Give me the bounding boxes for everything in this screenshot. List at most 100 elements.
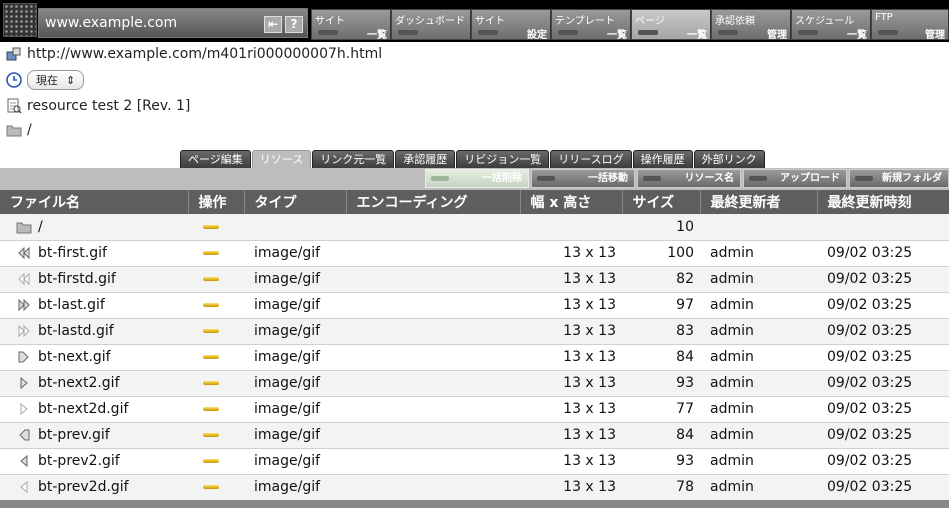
- cell-operation[interactable]: [188, 448, 244, 475]
- file-name[interactable]: bt-next2.gif: [38, 375, 120, 391]
- cell-name[interactable]: bt-next.gif: [0, 344, 188, 371]
- action-button-0[interactable]: 一括削除: [425, 169, 529, 188]
- table-row[interactable]: bt-prev.gif image/gif 13 x 13 84 admin 09/02 …: [0, 422, 949, 449]
- page-url[interactable]: http://www.example.com/m401ri000000007h.…: [27, 46, 382, 62]
- cell-name[interactable]: bt-next2.gif: [0, 370, 188, 397]
- operation-menu-icon[interactable]: [203, 355, 219, 359]
- cell-operation[interactable]: [188, 214, 244, 241]
- cell-name[interactable]: bt-lastd.gif: [0, 318, 188, 345]
- column-header-4[interactable]: 幅 x 高さ: [520, 190, 623, 214]
- tab-5[interactable]: リリースログ: [550, 150, 632, 168]
- column-header-2[interactable]: タイプ: [244, 190, 347, 214]
- nav-button-4[interactable]: ページ 一覧: [631, 9, 711, 41]
- column-header-3[interactable]: エンコーディング: [346, 190, 521, 214]
- operation-menu-icon[interactable]: [203, 381, 219, 385]
- prev-arrow-icon: [19, 429, 30, 441]
- cell-user: admin: [700, 318, 817, 345]
- file-name[interactable]: bt-prev2.gif: [38, 453, 120, 469]
- nav-button-3[interactable]: テンプレート 一覧: [551, 9, 631, 41]
- action-button-2[interactable]: リソース名: [637, 169, 741, 188]
- cell-time: 09/02 03:25: [817, 474, 949, 501]
- cell-name[interactable]: bt-prev2d.gif: [0, 474, 188, 501]
- folder-table-row[interactable]: / 10: [0, 214, 949, 241]
- tab-0[interactable]: ページ編集: [180, 150, 251, 168]
- table-row[interactable]: bt-next2.gif image/gif 13 x 13 93 admin 09/02…: [0, 370, 949, 397]
- table-row[interactable]: bt-last.gif image/gif 13 x 13 97 admin 09/02 …: [0, 292, 949, 319]
- file-name[interactable]: bt-next.gif: [38, 349, 111, 365]
- operation-menu-icon[interactable]: [203, 407, 219, 411]
- cell-operation[interactable]: [188, 266, 244, 293]
- operation-menu-icon[interactable]: [203, 224, 219, 229]
- operation-menu-icon[interactable]: [203, 433, 219, 437]
- operation-menu-icon[interactable]: [203, 485, 219, 489]
- column-header-1[interactable]: 操作: [188, 190, 245, 214]
- resource-table: ファイル名 操作 タイプ エンコーディング幅 x 高さ サイズ 最終更新者 最終更新時刻 /…: [0, 190, 949, 501]
- column-header-7[interactable]: 最終更新時刻: [817, 190, 949, 214]
- folder-path[interactable]: /: [27, 122, 32, 138]
- help-icon[interactable]: ?: [285, 16, 303, 33]
- back-icon[interactable]: ⇤: [264, 16, 282, 33]
- nav-button-label: ダッシュボード: [395, 16, 465, 27]
- nav-button-1[interactable]: ダッシュボード: [391, 9, 471, 40]
- column-header-5[interactable]: サイズ: [622, 190, 701, 214]
- cell-type: image/gif: [244, 474, 346, 501]
- cell-encoding: [346, 344, 520, 371]
- cell-operation[interactable]: [188, 318, 244, 345]
- file-name[interactable]: bt-first.gif: [38, 245, 107, 261]
- operation-menu-icon[interactable]: [203, 303, 219, 307]
- operation-menu-icon[interactable]: [203, 277, 219, 281]
- nav-button-2[interactable]: サイト 設定: [471, 9, 551, 41]
- nav-button-5[interactable]: 承認依頼 管理: [711, 9, 791, 41]
- tab-2[interactable]: リンク元一覧: [312, 150, 395, 168]
- table-row[interactable]: bt-lastd.gif image/gif 13 x 13 83 admin 09/02…: [0, 318, 949, 345]
- folder-name: /: [38, 218, 43, 235]
- column-header-0[interactable]: ファイル名: [0, 190, 189, 214]
- cell-operation[interactable]: [188, 422, 244, 449]
- file-name[interactable]: bt-prev2d.gif: [38, 479, 129, 495]
- select-arrows-icon: ⇕: [66, 73, 76, 87]
- file-name[interactable]: bt-last.gif: [38, 297, 105, 313]
- table-row[interactable]: bt-first.gif image/gif 13 x 13 100 admin 09/0…: [0, 240, 949, 267]
- tab-1[interactable]: リソース: [251, 150, 312, 168]
- column-header-6[interactable]: 最終更新者: [700, 190, 818, 214]
- action-button-1[interactable]: 一括移動: [531, 169, 635, 188]
- status-select[interactable]: 現在 ⇕: [27, 70, 85, 90]
- cell-encoding: [346, 474, 520, 501]
- table-row[interactable]: bt-next2d.gif image/gif 13 x 13 77 admin 09/0…: [0, 396, 949, 423]
- table-row[interactable]: bt-next.gif image/gif 13 x 13 84 admin 09/02 …: [0, 344, 949, 371]
- tab-7[interactable]: 外部リンク: [693, 150, 765, 168]
- cell-operation[interactable]: [188, 240, 244, 267]
- operation-menu-icon[interactable]: [203, 459, 219, 463]
- cell-name[interactable]: bt-prev.gif: [0, 422, 188, 449]
- nav-button-0[interactable]: サイト 一覧: [311, 9, 391, 41]
- app-logo[interactable]: [3, 3, 37, 37]
- cell-name[interactable]: bt-last.gif: [0, 292, 188, 319]
- cell-operation[interactable]: [188, 370, 244, 397]
- cell-operation[interactable]: [188, 292, 244, 319]
- cell-name[interactable]: /: [0, 214, 188, 241]
- nav-button-6[interactable]: スケジュール 一覧: [791, 9, 871, 41]
- tab-3[interactable]: 承認履歴: [395, 150, 456, 168]
- action-button-3[interactable]: アップロード: [743, 169, 847, 188]
- table-row[interactable]: bt-firstd.gif image/gif 13 x 13 82 admin 09/0…: [0, 266, 949, 293]
- tab-6[interactable]: 操作履歴: [632, 150, 693, 168]
- file-name[interactable]: bt-firstd.gif: [38, 271, 116, 287]
- cell-operation[interactable]: [188, 344, 244, 371]
- file-name[interactable]: bt-next2d.gif: [38, 401, 128, 417]
- operation-menu-icon[interactable]: [203, 251, 219, 255]
- table-row[interactable]: bt-prev2.gif image/gif 13 x 13 93 admin 09/02…: [0, 448, 949, 475]
- tab-4[interactable]: リビジョン一覧: [456, 150, 550, 168]
- nav-button-7[interactable]: FTP 管理: [871, 9, 949, 41]
- file-name[interactable]: bt-prev.gif: [38, 427, 110, 443]
- action-button-4[interactable]: 新規フォルダ: [849, 169, 949, 188]
- cell-operation[interactable]: [188, 396, 244, 423]
- operation-menu-icon[interactable]: [203, 329, 219, 333]
- cell-name[interactable]: bt-next2d.gif: [0, 396, 188, 423]
- cell-operation[interactable]: [188, 474, 244, 501]
- cell-name[interactable]: bt-prev2.gif: [0, 448, 188, 475]
- table-row[interactable]: bt-prev2d.gif image/gif 13 x 13 78 admin 09/0…: [0, 474, 949, 501]
- file-name[interactable]: bt-lastd.gif: [38, 323, 114, 339]
- cell-name[interactable]: bt-first.gif: [0, 240, 188, 267]
- cell-name[interactable]: bt-firstd.gif: [0, 266, 188, 293]
- nav-button-sublabel: 一覧: [367, 30, 387, 41]
